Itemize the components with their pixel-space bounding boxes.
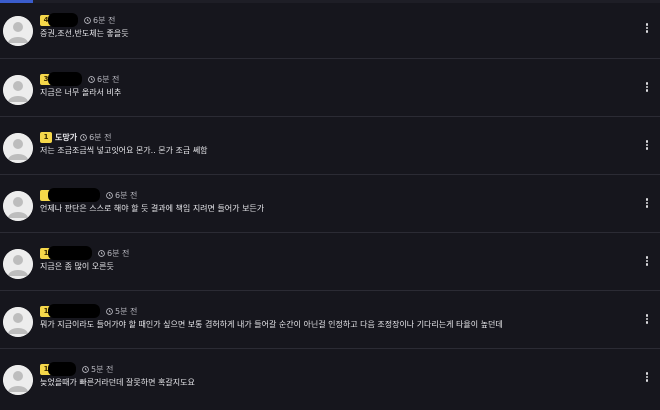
- clock-icon: [82, 365, 89, 373]
- more-options-button[interactable]: [640, 20, 654, 36]
- comment-item: 3 6분 전지금은 너무 올라서 비추: [0, 59, 660, 117]
- comment-item: 1 5분 전늦었을때가 빠른거라던데 잘못하면 혹갈지도요: [0, 349, 660, 407]
- comment-text: 언제나 판단은 스스로 해야 할 듯 결과에 책임 지려면 들어가 보든가: [40, 204, 265, 213]
- comment-item: 1 도망가 6분 전저는 조금조금씩 넣고잇어요 몬가.. 몬가 조금 쎄함: [0, 117, 660, 175]
- comment-meta: 4 6분 전: [40, 13, 115, 27]
- level-badge: 1: [40, 131, 52, 143]
- comment-item: 6분 전언제나 판단은 스스로 해야 할 듯 결과에 책임 지려면 들어가 보든…: [0, 175, 660, 233]
- more-vertical-icon: [645, 198, 649, 209]
- user-avatar-icon[interactable]: [3, 249, 33, 279]
- more-vertical-icon: [645, 23, 649, 34]
- comment-text: 증권,조선,반도체는 좋을듯: [40, 29, 129, 38]
- comment-timestamp: 6분 전: [115, 190, 138, 200]
- more-options-button[interactable]: [640, 253, 654, 269]
- user-avatar-icon[interactable]: [3, 16, 33, 46]
- comment-meta: 3 6분 전: [40, 72, 119, 86]
- clock-icon: [106, 191, 113, 199]
- comment-meta: 1 도망가 6분 전: [40, 130, 111, 144]
- user-avatar-icon[interactable]: [3, 307, 33, 337]
- more-vertical-icon: [645, 82, 649, 93]
- comment-item: 1 5분 전뭐가 지금이라도 들어가야 할 때인가 싶으면 보통 겸허하게 내가 …: [0, 291, 660, 349]
- comment-meta: 1 5분 전: [40, 304, 137, 318]
- redacted-username: [48, 72, 82, 86]
- more-vertical-icon: [645, 314, 649, 325]
- comment-text: 늦었을때가 빠른거라던데 잘못하면 혹갈지도요: [40, 378, 195, 387]
- more-options-button[interactable]: [640, 369, 654, 385]
- comment-item: 4 6분 전증권,조선,반도체는 좋을듯: [0, 0, 660, 58]
- comment-timestamp: 5분 전: [115, 306, 138, 316]
- comment-timestamp: 6분 전: [107, 248, 130, 258]
- clock-icon: [88, 75, 95, 83]
- comment-timestamp: 6분 전: [93, 15, 116, 25]
- comment-timestamp: 5분 전: [91, 364, 114, 374]
- clock-icon: [84, 16, 91, 24]
- clock-icon: [98, 249, 105, 257]
- comment-text: 지금은 좀 많이 오른듯: [40, 262, 114, 271]
- user-avatar-icon[interactable]: [3, 133, 33, 163]
- comment-text: 저는 조금조금씩 넣고잇어요 몬가.. 몬가 조금 쎄함: [40, 146, 208, 155]
- user-avatar-icon[interactable]: [3, 365, 33, 395]
- comment-text: 뭐가 지금이라도 들어가야 할 때인가 싶으면 보통 겸허하게 내가 들어갈 순…: [40, 320, 503, 329]
- redacted-username: [48, 246, 92, 260]
- redacted-username: [48, 188, 100, 202]
- comment-feed: 4 6분 전 증권,조선,반도체는 좋을듯 3 6분 전 지금은 너무 올라서 비추 1 도망…: [0, 0, 660, 410]
- comment-timestamp: 6분 전: [97, 74, 120, 84]
- redacted-username: [48, 362, 76, 376]
- redacted-username: [48, 13, 78, 27]
- clock-icon: [80, 133, 87, 141]
- more-options-button[interactable]: [640, 311, 654, 327]
- more-vertical-icon: [645, 256, 649, 267]
- comment-meta: 6분 전: [40, 188, 137, 202]
- comment-item: 1 6분 전지금은 좀 많이 오른듯: [0, 233, 660, 291]
- more-options-button[interactable]: [640, 195, 654, 211]
- clock-icon: [106, 307, 113, 315]
- user-avatar-icon[interactable]: [3, 191, 33, 221]
- username[interactable]: 도망가: [55, 132, 77, 143]
- comment-text: 지금은 너무 올라서 비추: [40, 88, 122, 97]
- more-vertical-icon: [645, 140, 649, 151]
- more-options-button[interactable]: [640, 137, 654, 153]
- comment-meta: 1 5분 전: [40, 362, 113, 376]
- comment-timestamp: 6분 전: [89, 132, 112, 142]
- comment-meta: 1 6분 전: [40, 246, 129, 260]
- redacted-username: [48, 304, 100, 318]
- user-avatar-icon[interactable]: [3, 75, 33, 105]
- more-options-button[interactable]: [640, 79, 654, 95]
- more-vertical-icon: [645, 372, 649, 383]
